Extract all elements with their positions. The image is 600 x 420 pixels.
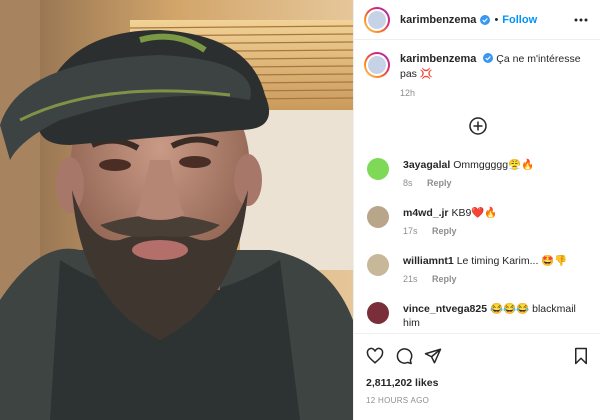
comment-text: KB9❤️🔥 xyxy=(451,207,498,219)
verified-icon xyxy=(483,53,494,63)
post-photo[interactable] xyxy=(0,0,353,420)
reply-button[interactable]: Reply xyxy=(427,178,452,188)
comment-item: williamnt1 Le timing Karim... 🤩👎 21s Rep… xyxy=(367,254,595,284)
comment-item: vince_ntvega825 😂😂😂 blackmail him xyxy=(367,302,595,330)
comment-username[interactable]: m4wd_.jr xyxy=(403,207,449,219)
post-header: karimbenzema • Follow xyxy=(354,0,600,40)
caption-avatar[interactable] xyxy=(364,52,390,78)
reply-button[interactable]: Reply xyxy=(432,274,457,284)
comment-time: 17s xyxy=(403,226,418,236)
post-caption: karimbenzema Ça ne m'intéresse pas 💢 12h xyxy=(364,52,594,101)
post-side-panel: karimbenzema • Follow karimbenzema Ça ne… xyxy=(353,0,600,420)
comment-avatar[interactable] xyxy=(367,302,389,324)
header-separator: • xyxy=(494,13,499,26)
selfie-image xyxy=(0,0,353,420)
comment-text: Ommggggg😤🔥 xyxy=(453,159,535,171)
comment-time: 21s xyxy=(403,274,418,284)
author-username[interactable]: karimbenzema xyxy=(400,14,476,26)
post-actions: 2,811,202 likes 12 HOURS AGO xyxy=(354,333,600,420)
post-timestamp: 12 HOURS AGO xyxy=(366,396,430,405)
comment-time: 8s xyxy=(403,178,413,188)
add-comments-icon[interactable] xyxy=(468,116,488,136)
comment-avatar[interactable] xyxy=(367,206,389,228)
comment-icon[interactable] xyxy=(395,347,413,365)
follow-button[interactable]: Follow xyxy=(502,14,537,26)
bookmark-icon[interactable] xyxy=(572,347,590,365)
comment-avatar[interactable] xyxy=(367,158,389,180)
verified-icon xyxy=(480,14,491,25)
likes-count[interactable]: 2,811,202 likes xyxy=(366,377,438,389)
heart-icon[interactable] xyxy=(366,347,384,365)
caption-username[interactable]: karimbenzema xyxy=(400,53,476,65)
comment-text: Le timing Karim... 🤩👎 xyxy=(456,255,568,267)
comment-item: 3ayagalal Ommggggg😤🔥 8s Reply xyxy=(367,158,595,188)
reply-button[interactable]: Reply xyxy=(432,226,457,236)
instagram-post: karimbenzema • Follow karimbenzema Ça ne… xyxy=(0,0,600,420)
comment-username[interactable]: vince_ntvega825 xyxy=(403,303,487,315)
caption-time: 12h xyxy=(400,88,416,98)
more-icon[interactable] xyxy=(573,13,589,27)
comment-item: m4wd_.jr KB9❤️🔥 17s Reply xyxy=(367,206,595,236)
comment-username[interactable]: williamnt1 xyxy=(403,255,454,267)
author-avatar[interactable] xyxy=(364,6,390,33)
comment-avatar[interactable] xyxy=(367,254,389,276)
share-icon[interactable] xyxy=(424,347,442,365)
comment-username[interactable]: 3ayagalal xyxy=(403,159,450,171)
